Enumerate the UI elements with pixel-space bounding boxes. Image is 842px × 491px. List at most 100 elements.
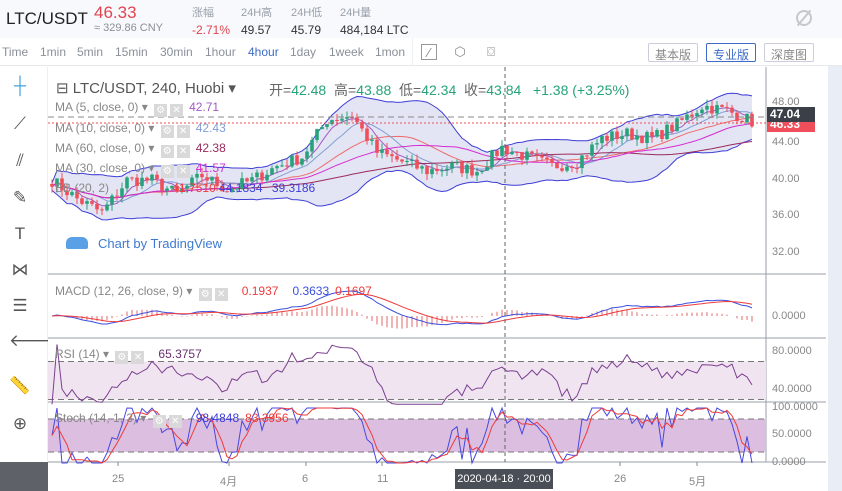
candle-body [105, 204, 109, 211]
candle-body [295, 155, 299, 165]
candle-body [490, 150, 494, 168]
candle-body [700, 109, 704, 114]
candle-body [485, 167, 489, 171]
candle-body [630, 128, 634, 140]
candle-body [550, 159, 554, 163]
chart-title: ⊟ LTC/USDT, 240, Huobi ▾ [56, 80, 236, 97]
candle-body [560, 168, 564, 171]
candle-body [480, 170, 484, 173]
candle-body [690, 114, 694, 117]
candle-body [445, 168, 449, 171]
candle-body [715, 105, 719, 114]
candle-body [290, 155, 294, 167]
candle-body [305, 151, 309, 159]
candle-body [570, 166, 574, 169]
candle-body [265, 174, 269, 181]
candle-body [410, 159, 414, 161]
candle-body [565, 166, 569, 171]
candle-body [390, 154, 394, 157]
candle-body [400, 159, 404, 162]
candle-body [50, 183, 54, 187]
candle-body [745, 113, 749, 123]
candle-body [310, 139, 314, 152]
x-tick: 5月 [689, 476, 707, 488]
candle-body [640, 135, 644, 143]
candle-body [670, 124, 674, 132]
study-macd[interactable]: MACD (12, 26, close, 9) ▾ ⚙ ✕ 0.1937 0.3633… [55, 284, 372, 301]
candle-body [620, 136, 624, 140]
candle-body [665, 124, 669, 140]
candle-body [370, 139, 374, 141]
study-ma10[interactable]: MA (10, close, 0) ▾ ⚙ ✕ 42.43 [55, 121, 226, 138]
candle-body [460, 162, 464, 174]
candle-body [535, 153, 539, 156]
candle-body [85, 201, 89, 204]
candle-body [270, 168, 274, 175]
candle-body [585, 155, 589, 157]
tradingview-watermark[interactable]: Chart by TradingView [66, 236, 222, 251]
candle-body [615, 131, 619, 140]
candle-body [750, 113, 754, 127]
candle-body [725, 106, 729, 108]
candle-body [320, 126, 324, 130]
candle-body [545, 157, 549, 160]
candle-body [605, 135, 609, 141]
candle-body [515, 151, 519, 153]
rsi-band [48, 361, 766, 400]
candle-body [730, 107, 734, 113]
candle-body [315, 129, 319, 140]
price-tick: 44.00 [772, 136, 800, 148]
candle-body [635, 135, 639, 140]
candle-body [575, 168, 579, 170]
study-stoch[interactable]: Stoch (14, 1, 3) ▾ ⚙ ✕ 98.4848 83.3956 [55, 411, 289, 428]
candle-body [425, 166, 429, 175]
study-bb[interactable]: BB (20, 2) 41.7510 44.1834 39.3186 [55, 181, 315, 195]
candle-body [300, 158, 304, 165]
candle-body [375, 139, 379, 153]
candle-body [610, 131, 614, 141]
study-rsi[interactable]: RSI (14) ▾ ⚙ ✕ 65.3757 [55, 347, 202, 364]
candle-body [420, 166, 424, 169]
candle-body [100, 209, 104, 211]
x-tick: 6 [302, 473, 309, 485]
candle-body [645, 132, 649, 143]
candle-body [455, 162, 459, 164]
candle-body [495, 150, 499, 156]
candle-body [340, 118, 344, 121]
candle-body [625, 128, 629, 137]
price-tick: 40.00 [772, 173, 800, 185]
crosshair-date-label: 2020-04-18 · 20:00 [455, 469, 553, 489]
candle-body [530, 151, 534, 154]
candle-body [450, 162, 454, 169]
candle-body [355, 117, 359, 123]
stoch-tick: 50.0000 [772, 428, 812, 440]
candle-body [285, 165, 289, 167]
candle-body [415, 159, 419, 169]
candle-body [675, 118, 679, 132]
candle-body [280, 165, 284, 167]
candle-body [740, 120, 744, 123]
candle-body [405, 160, 409, 162]
candle-body [540, 155, 544, 158]
candle-body [705, 105, 709, 110]
stoch-tick: 0.0000 [772, 456, 806, 468]
candle-body [555, 162, 559, 169]
candle-body [255, 172, 259, 178]
candle-body [80, 198, 84, 204]
price-tick: 36.00 [772, 209, 800, 221]
candle-body [470, 164, 474, 176]
candle-body [380, 149, 384, 153]
candle-body [720, 105, 724, 107]
candle-body [510, 151, 514, 155]
study-ma5[interactable]: MA (5, close, 0) ▾ ⚙ ✕ 42.71 [55, 100, 219, 117]
candle-body [365, 128, 369, 141]
study-ma30[interactable]: MA (30, close, 0) ▾ ⚙ ✕ 41.57 [55, 161, 226, 178]
candle-body [110, 195, 114, 205]
candle-body [500, 145, 504, 156]
candle-body [600, 135, 604, 144]
study-ma60[interactable]: MA (60, close, 0) ▾ ⚙ ✕ 42.38 [55, 141, 226, 158]
rsi-tick: 80.0000 [772, 345, 812, 357]
candle-body [655, 130, 659, 137]
candle-body [395, 156, 399, 160]
candle-body [465, 164, 469, 174]
